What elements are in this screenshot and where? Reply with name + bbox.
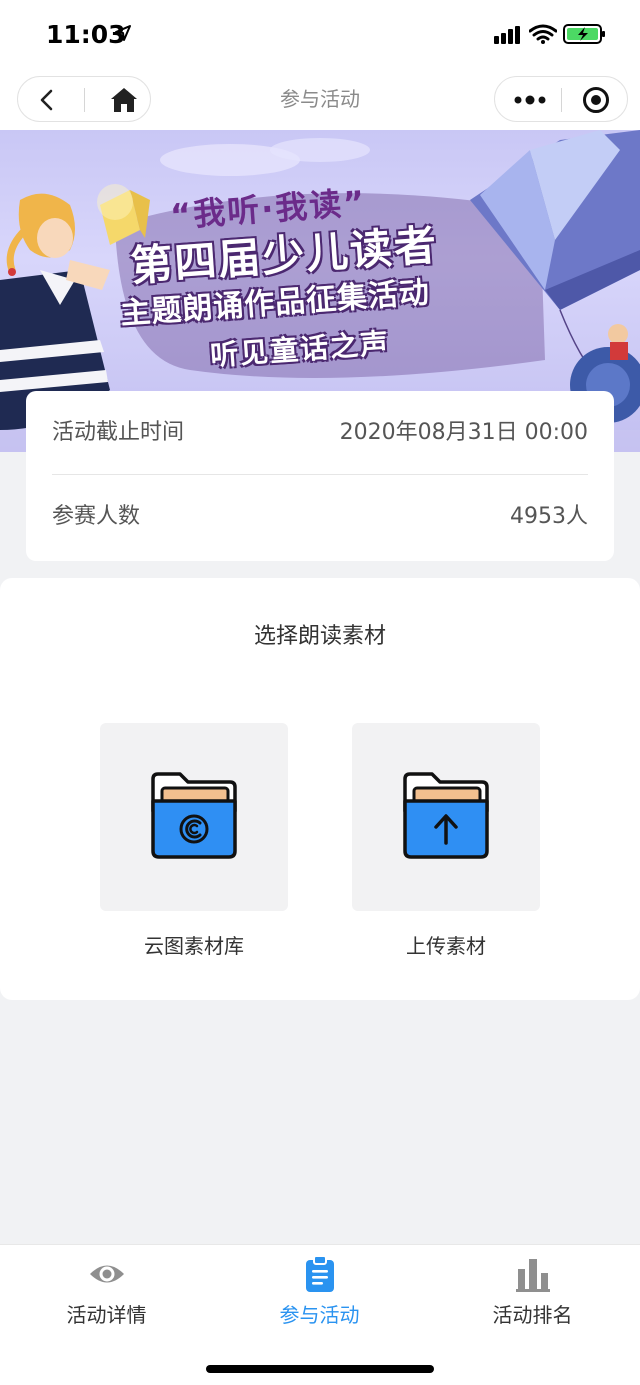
- material-section-title: 选择朗读素材: [253, 624, 386, 649]
- eye-icon: [90, 1265, 124, 1283]
- back-icon[interactable]: [36, 89, 60, 111]
- target-icon[interactable]: [582, 86, 610, 114]
- deadline-row: 活动截止时间 2020年08月31日 00:00: [52, 391, 588, 475]
- capsule-divider: [84, 88, 85, 112]
- participants-label: 参赛人数: [52, 504, 141, 529]
- deadline-label: 活动截止时间: [52, 420, 185, 445]
- participants-row: 参赛人数 4953人: [52, 475, 588, 559]
- home-icon[interactable]: [110, 87, 138, 113]
- tab-label: 活动详情: [66, 1303, 147, 1327]
- bar-chart-icon: [516, 1259, 550, 1292]
- upload-material-label[interactable]: 上传素材: [352, 930, 540, 959]
- activity-info-card: 活动截止时间 2020年08月31日 00:00 参赛人数 4953人: [26, 391, 614, 561]
- tab-activity-ranking[interactable]: 活动排名: [426, 1245, 639, 1345]
- banner-title-line3: 听见童话之声: [209, 326, 392, 373]
- more-icon[interactable]: [513, 90, 547, 110]
- participants-value: 4953人: [510, 504, 588, 529]
- cloud-library-label[interactable]: 云图素材库: [100, 930, 288, 959]
- battery-charging-icon: [563, 24, 605, 44]
- upload-folder-icon: [403, 772, 489, 859]
- cloud-library-folder-icon: [151, 772, 237, 859]
- wifi-icon: [529, 24, 557, 44]
- upload-material-button[interactable]: [352, 723, 540, 911]
- clipboard-icon: [306, 1255, 334, 1292]
- location-arrow-icon: [115, 25, 131, 41]
- nav-capsule-left: [17, 76, 151, 122]
- tab-join-activity[interactable]: 参与活动: [213, 1245, 426, 1345]
- tab-label: 参与活动: [279, 1303, 360, 1327]
- tab-activity-details[interactable]: 活动详情: [0, 1245, 213, 1345]
- nav-capsule-right: [494, 76, 628, 122]
- nav-bar: 参与活动: [0, 68, 640, 130]
- signal-icon: [494, 26, 520, 44]
- bottom-tab-bar: 活动详情 参与活动 活动排名: [0, 1244, 640, 1385]
- capsule-divider: [561, 88, 562, 112]
- cloud-library-button[interactable]: [100, 723, 288, 911]
- home-indicator: [206, 1365, 434, 1373]
- status-bar: 11:03: [0, 0, 640, 68]
- tab-label: 活动排名: [492, 1303, 573, 1327]
- material-selection-card: 选择朗读素材 云图素材库 上传素材: [0, 578, 640, 1000]
- deadline-value: 2020年08月31日 00:00: [339, 420, 588, 445]
